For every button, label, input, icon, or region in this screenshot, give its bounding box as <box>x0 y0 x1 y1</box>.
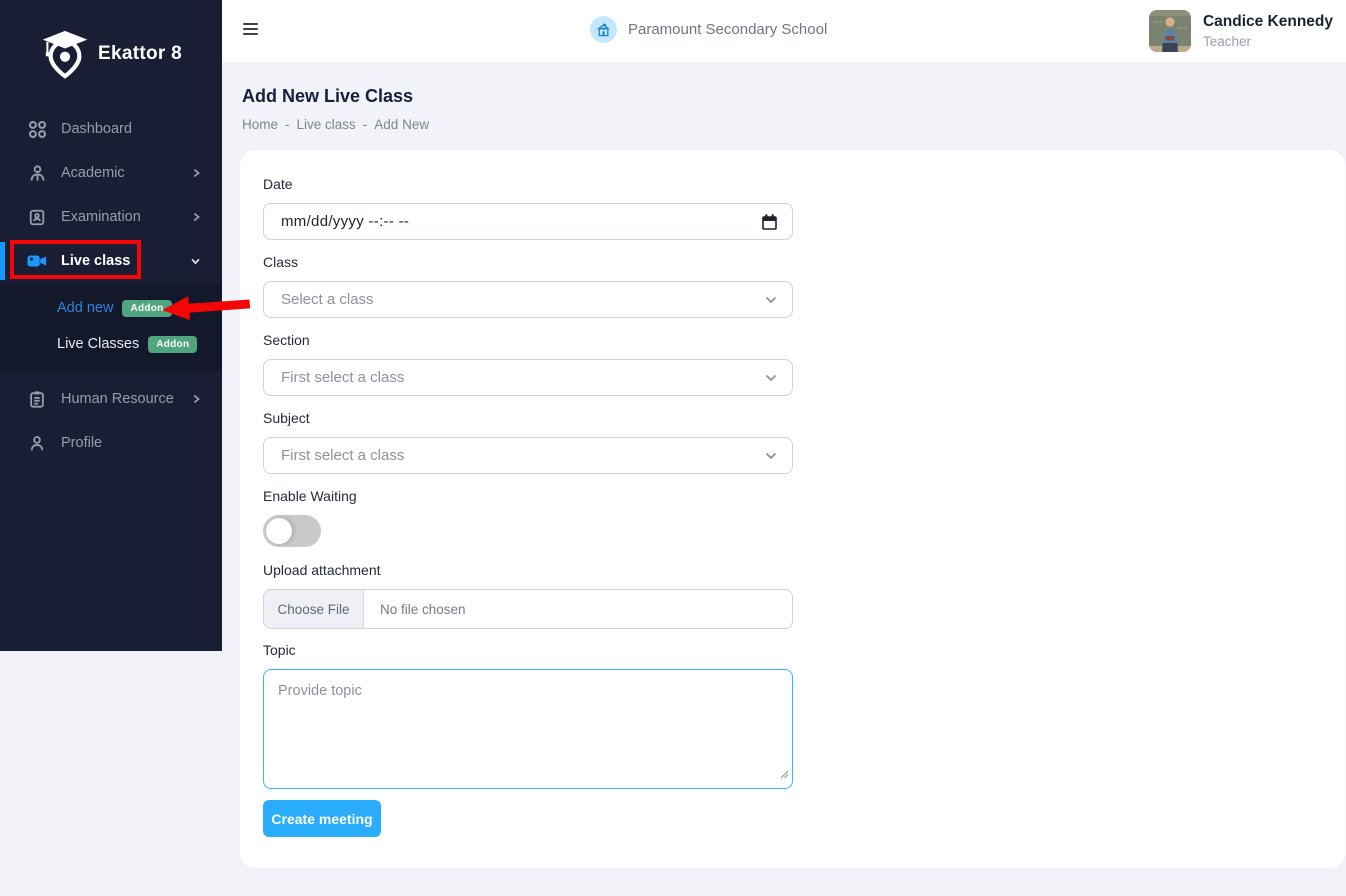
addon-badge: Addon <box>122 300 171 317</box>
date-value: mm/dd/yyyy --:-- -- <box>281 213 409 230</box>
sidebar-item-academic[interactable]: Academic <box>0 151 222 195</box>
subitem-label: Add new <box>57 300 113 316</box>
app-logo: Ekattor 8 <box>0 0 222 107</box>
graduation-pin-logo-icon <box>40 28 90 80</box>
subject-select-value: First select a class <box>281 447 404 464</box>
sidebar-item-human-resource[interactable]: Human Resource <box>0 377 222 421</box>
avatar <box>1149 10 1191 52</box>
chevron-down-icon <box>765 374 777 382</box>
active-indicator-bar <box>0 242 5 280</box>
create-meeting-button[interactable]: Create meeting <box>263 800 381 837</box>
attachment-file-input[interactable]: Choose File No file chosen <box>263 589 793 629</box>
date-input[interactable]: mm/dd/yyyy --:-- -- <box>263 203 793 240</box>
form-card: Date mm/dd/yyyy --:-- -- Class Select a … <box>240 150 1345 868</box>
section-select[interactable]: First select a class <box>263 359 793 396</box>
breadcrumb-separator: - <box>363 117 368 132</box>
examination-icon <box>27 207 47 227</box>
add-live-class-form: Date mm/dd/yyyy --:-- -- Class Select a … <box>240 150 793 837</box>
chevron-right-icon <box>190 167 202 179</box>
class-label: Class <box>263 254 793 270</box>
live-class-submenu: Add new Addon Live Classes Addon <box>0 283 222 371</box>
user-menu[interactable]: Candice Kennedy Teacher <box>1149 10 1333 52</box>
page-title: Add New Live Class <box>242 86 413 107</box>
sidebar-item-label: Profile <box>61 435 102 451</box>
class-select-value: Select a class <box>281 291 374 308</box>
sidebar-item-label: Dashboard <box>61 121 132 137</box>
breadcrumb: Home - Live class - Add New <box>242 117 429 132</box>
date-label: Date <box>263 176 793 192</box>
sidebar-item-profile[interactable]: Profile <box>0 421 222 465</box>
upload-attachment-label: Upload attachment <box>263 562 793 578</box>
breadcrumb-separator: - <box>285 117 290 132</box>
chevron-right-icon <box>190 393 202 405</box>
topic-textarea[interactable] <box>263 669 793 789</box>
calendar-icon[interactable] <box>762 214 777 230</box>
topic-label: Topic <box>263 642 793 658</box>
school-name: Paramount Secondary School <box>628 21 827 38</box>
chevron-down-icon <box>765 452 777 460</box>
sidebar-item-dashboard[interactable]: Dashboard <box>0 107 222 151</box>
file-chosen-status: No file chosen <box>364 590 466 628</box>
subject-select[interactable]: First select a class <box>263 437 793 474</box>
sidebar-item-label: Live class <box>61 253 130 269</box>
subject-label: Subject <box>263 410 793 426</box>
video-camera-icon <box>27 251 47 271</box>
school-building-icon <box>590 16 617 43</box>
hamburger-menu-icon[interactable] <box>243 23 258 38</box>
class-select[interactable]: Select a class <box>263 281 793 318</box>
chevron-right-icon <box>190 211 202 223</box>
user-role: Teacher <box>1203 34 1333 49</box>
breadcrumb-live-class[interactable]: Live class <box>297 117 356 132</box>
clipboard-icon <box>27 389 47 409</box>
top-header: Paramount Secondary School Candice Kenne… <box>222 0 1346 62</box>
section-label: Section <box>263 332 793 348</box>
enable-waiting-label: Enable Waiting <box>263 488 793 504</box>
choose-file-button[interactable]: Choose File <box>264 590 364 628</box>
dashboard-icon <box>27 119 47 139</box>
app-name: Ekattor 8 <box>98 43 182 65</box>
addon-badge: Addon <box>148 336 197 353</box>
sidebar-item-live-class[interactable]: Live class <box>0 239 222 283</box>
sidebar-subitem-live-classes[interactable]: Live Classes Addon <box>0 326 222 362</box>
resize-handle-icon[interactable] <box>780 766 789 784</box>
sidebar-item-label: Academic <box>61 165 125 181</box>
chevron-down-icon <box>189 255 202 267</box>
school-selector[interactable]: Paramount Secondary School <box>590 16 827 43</box>
subitem-label: Live Classes <box>57 336 139 352</box>
person-icon <box>27 433 47 453</box>
chevron-down-icon <box>765 296 777 304</box>
breadcrumb-add-new: Add New <box>374 117 429 132</box>
sidebar-item-label: Examination <box>61 209 141 225</box>
breadcrumb-home[interactable]: Home <box>242 117 278 132</box>
enable-waiting-toggle[interactable] <box>263 515 321 547</box>
sidebar-item-label: Human Resource <box>61 391 174 407</box>
section-select-value: First select a class <box>281 369 404 386</box>
sidebar: Ekattor 8 Dashboard Academic <box>0 0 222 651</box>
sidebar-subitem-add-new[interactable]: Add new Addon <box>0 290 222 326</box>
academic-icon <box>27 163 47 183</box>
toggle-knob <box>266 518 292 544</box>
user-name: Candice Kennedy <box>1203 13 1333 31</box>
sidebar-item-examination[interactable]: Examination <box>0 195 222 239</box>
